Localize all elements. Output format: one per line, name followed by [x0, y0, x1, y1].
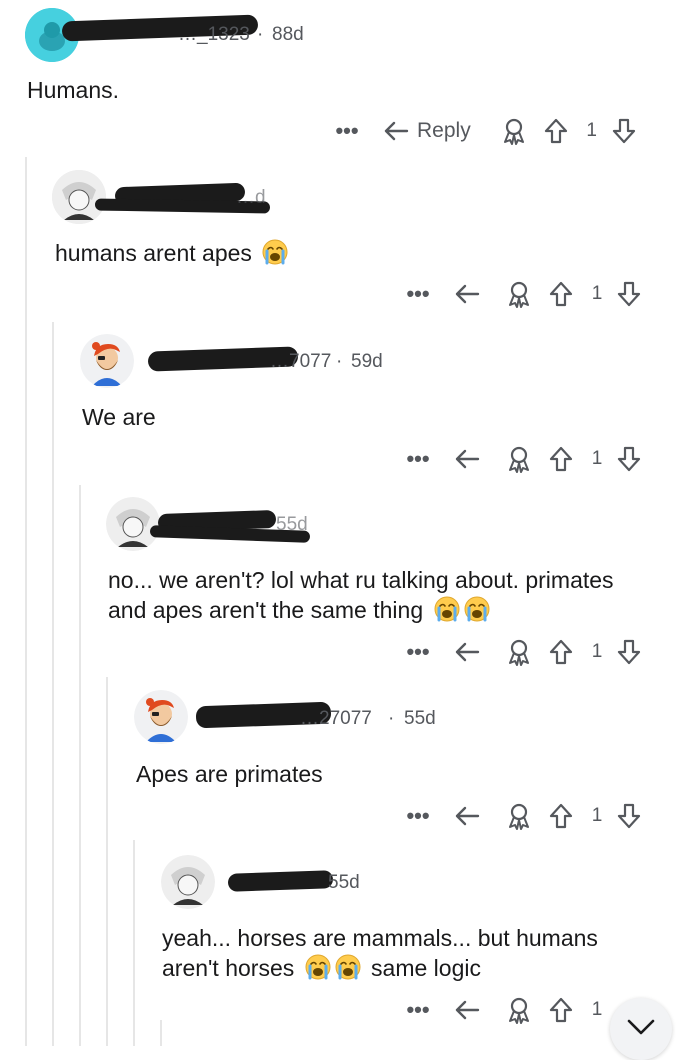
- loudly-crying-face-icon: [262, 239, 288, 265]
- avatar[interactable]: [106, 497, 160, 551]
- comment-actions: ••• 1: [404, 276, 642, 312]
- vote-count: 1: [586, 120, 597, 141]
- comment-age: 55d: [328, 872, 360, 893]
- thread-line-level-2: [52, 322, 54, 1046]
- avatar[interactable]: [134, 690, 188, 744]
- downvote-arrow-icon[interactable]: [616, 280, 642, 308]
- comment-text-line-2: and apes aren't the same thing: [108, 595, 614, 625]
- vote-count: 1: [591, 805, 603, 826]
- reply-label: Reply: [417, 119, 471, 142]
- comment-actions: ••• 1: [404, 634, 642, 670]
- loudly-crying-face-icon: [305, 954, 331, 980]
- avatar[interactable]: [52, 170, 106, 224]
- thread-line-level-4: [106, 677, 108, 1046]
- more-options-button[interactable]: •••: [333, 118, 361, 144]
- reply-arrow-icon: [383, 119, 411, 143]
- reply-arrow-icon[interactable]: [454, 804, 482, 828]
- vote-count: 1: [591, 283, 603, 304]
- comment-text-line-1: no... we aren't? lol what ru talking abo…: [108, 567, 614, 593]
- avatar[interactable]: [80, 334, 134, 388]
- vote-count: 1: [591, 448, 603, 469]
- reply-arrow-icon[interactable]: [454, 282, 482, 306]
- comment-text: humans arent apes: [55, 240, 252, 266]
- comment-body: humans arent apes: [55, 238, 288, 268]
- comment-text-line-2: aren't horses same logic: [162, 953, 598, 983]
- upvote-arrow-icon[interactable]: [548, 638, 574, 666]
- loudly-crying-face-icon: [335, 954, 361, 980]
- reply-arrow-icon[interactable]: [454, 640, 482, 664]
- more-options-button[interactable]: •••: [404, 803, 432, 829]
- comment-text: and apes aren't the same thing: [108, 597, 424, 623]
- loudly-crying-face-icon: [434, 596, 460, 622]
- award-icon[interactable]: [506, 280, 532, 308]
- anime-avatar-icon: [106, 497, 160, 551]
- redacted-username: [227, 870, 334, 892]
- scroll-to-next-button[interactable]: [610, 998, 672, 1060]
- downvote-arrow-icon[interactable]: [616, 445, 642, 473]
- comment-text: aren't horses: [162, 955, 295, 981]
- timestamp-separator: ·: [336, 351, 343, 372]
- more-options-button[interactable]: •••: [404, 281, 432, 307]
- comment-actions: ••• 1: [404, 441, 642, 477]
- comment-actions: ••• 1: [404, 992, 608, 1028]
- comment-age: 55d: [276, 514, 308, 535]
- thread-line-level-1: [25, 157, 27, 1046]
- upvote-arrow-icon[interactable]: [548, 445, 574, 473]
- award-icon[interactable]: [506, 445, 532, 473]
- upvote-arrow-icon[interactable]: [548, 802, 574, 830]
- award-icon[interactable]: [506, 638, 532, 666]
- award-icon[interactable]: [506, 996, 532, 1024]
- comment-age: 88d: [272, 24, 304, 45]
- comment-body: yeah... horses are mammals... but humans…: [162, 923, 598, 983]
- comment-age: 55d: [404, 708, 436, 729]
- thread-line-level-3: [79, 485, 81, 1046]
- username[interactable]: …27077: [300, 708, 372, 730]
- comment-body: We are: [82, 404, 156, 430]
- anime-avatar-icon: [52, 170, 106, 224]
- comment-actions: ••• 1: [404, 798, 642, 834]
- loudly-crying-face-icon: [464, 596, 490, 622]
- username[interactable]: …7077: [270, 351, 331, 373]
- upvote-arrow-icon[interactable]: [543, 117, 569, 145]
- comment-text-line-1: yeah... horses are mammals... but humans: [162, 925, 598, 951]
- username[interactable]: …_1323: [178, 24, 250, 46]
- downvote-arrow-icon[interactable]: [616, 802, 642, 830]
- vote-count: 1: [591, 641, 603, 662]
- more-options-button[interactable]: •••: [404, 997, 432, 1023]
- thread-line-level-5: [133, 840, 135, 1046]
- more-options-button[interactable]: •••: [404, 639, 432, 665]
- bearded-avatar-icon: [134, 690, 188, 744]
- more-options-button[interactable]: •••: [404, 446, 432, 472]
- upvote-arrow-icon[interactable]: [548, 280, 574, 308]
- comment-body: Humans.: [27, 77, 120, 103]
- chevron-down-icon: [626, 1018, 656, 1041]
- comment-actions: ••• Reply 1: [333, 113, 637, 149]
- comment-body: no... we aren't? lol what ru talking abo…: [108, 565, 614, 625]
- award-icon[interactable]: [501, 117, 527, 145]
- comment-age: 59d: [351, 351, 383, 372]
- downvote-arrow-icon[interactable]: [616, 638, 642, 666]
- reply-arrow-icon[interactable]: [454, 447, 482, 471]
- thread-line-level-6: [160, 1020, 162, 1046]
- award-icon[interactable]: [506, 802, 532, 830]
- reply-arrow-icon[interactable]: [454, 998, 482, 1022]
- timestamp-separator: ·: [257, 24, 264, 45]
- upvote-arrow-icon[interactable]: [548, 996, 574, 1024]
- comment-body: Apes are primates: [136, 761, 323, 787]
- comment-age: …d: [236, 187, 266, 208]
- anime-avatar-icon: [161, 855, 215, 909]
- vote-count: 1: [591, 999, 603, 1020]
- bearded-avatar-icon: [80, 334, 134, 388]
- reply-button[interactable]: Reply: [383, 119, 471, 143]
- timestamp-separator: ·: [388, 708, 395, 729]
- comment-text: same logic: [371, 955, 481, 981]
- downvote-arrow-icon[interactable]: [611, 117, 637, 145]
- avatar[interactable]: [161, 855, 215, 909]
